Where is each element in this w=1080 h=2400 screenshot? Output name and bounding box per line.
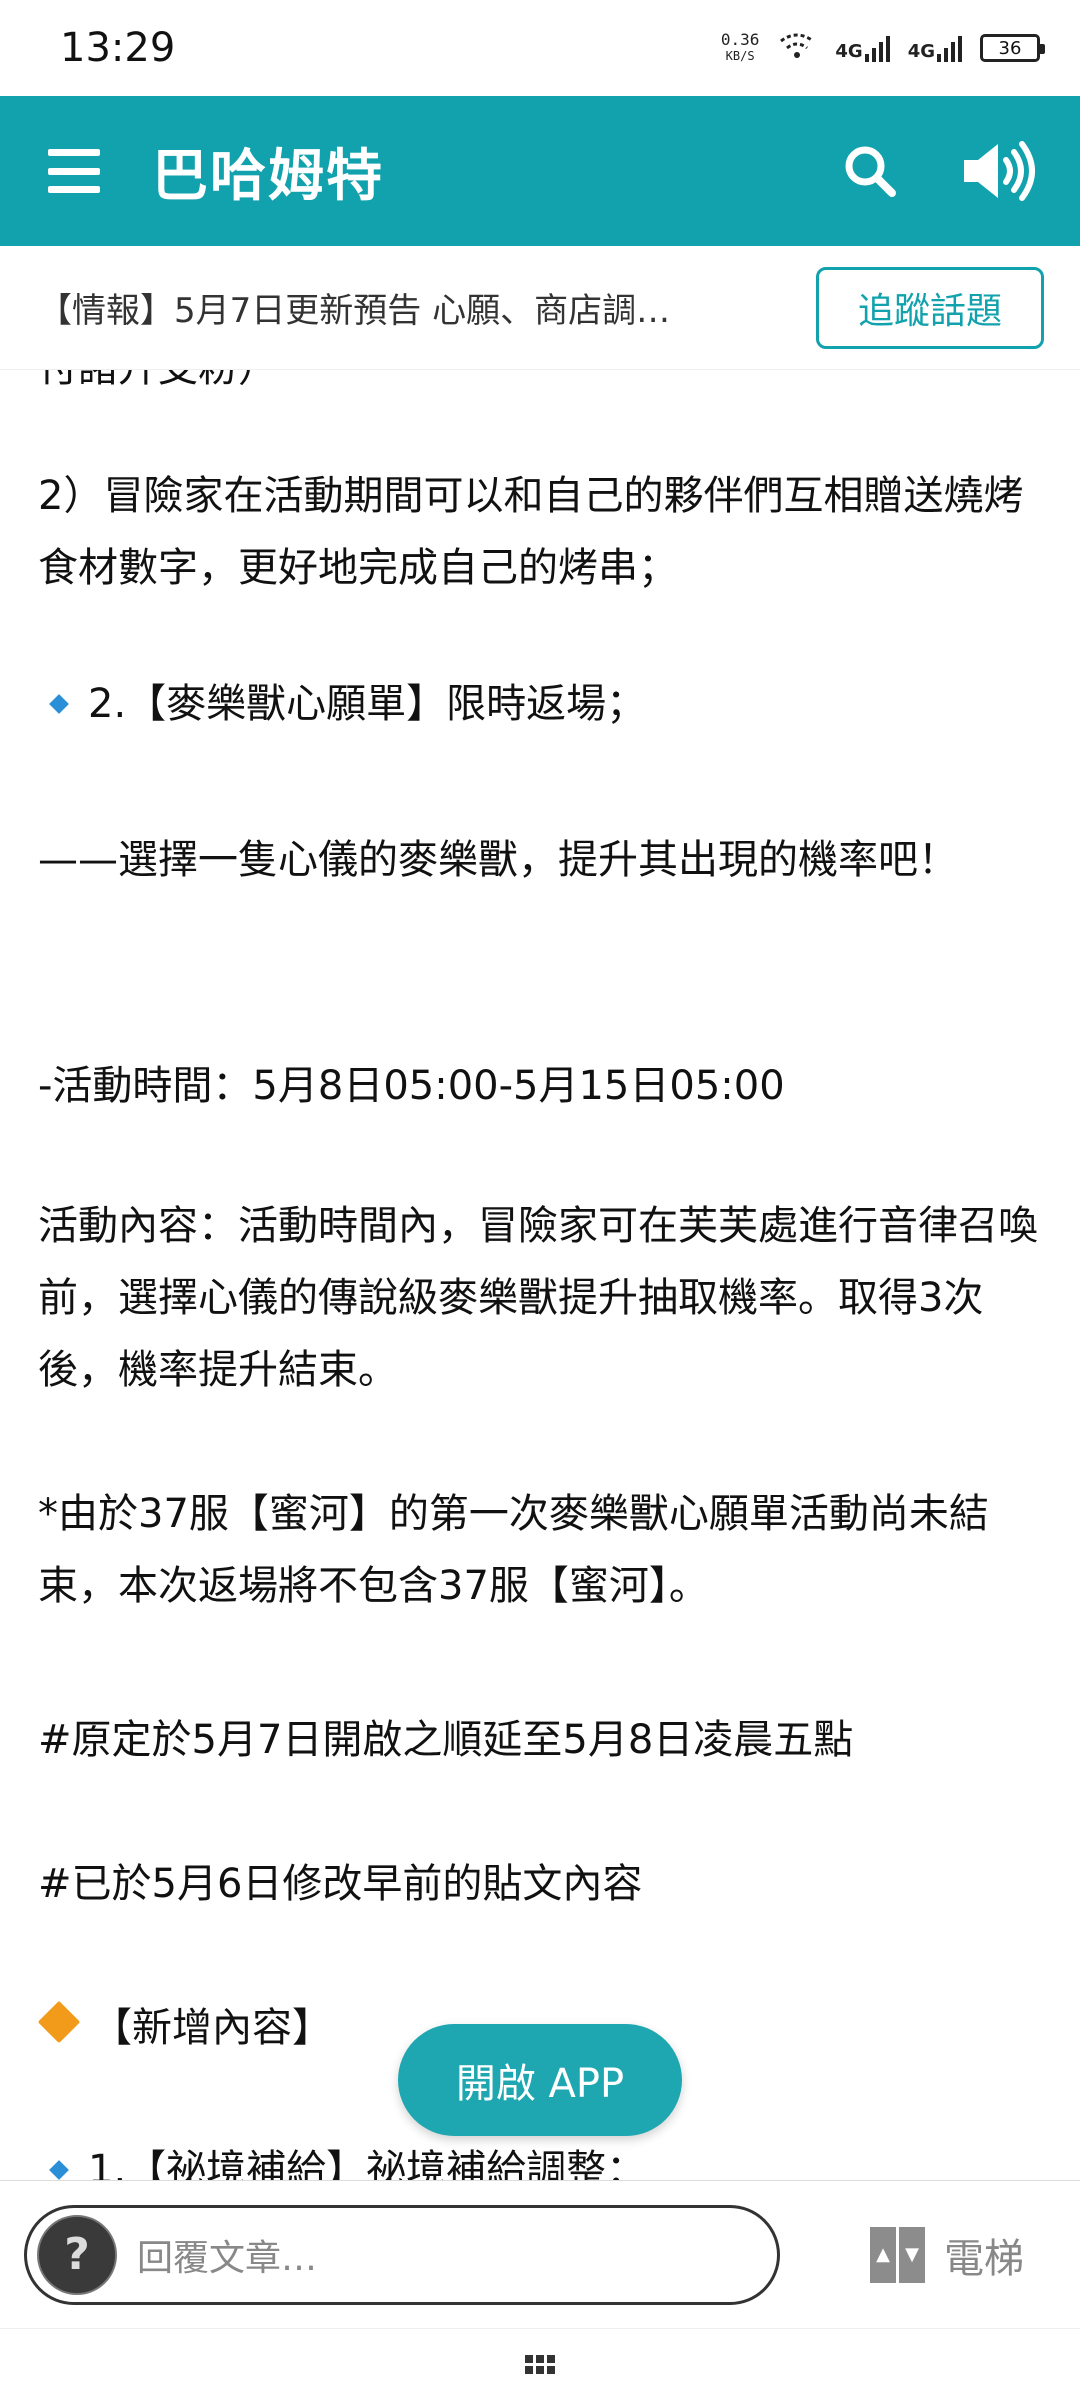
section-heading-text: 2.【麥樂獸心願單】限時返場； (88, 681, 647, 727)
paragraph: ——選擇一隻心儀的麥樂獸，提升其出現的機率吧！ (38, 824, 1044, 896)
network-speed: 0.36 KB/S (721, 32, 760, 64)
search-icon[interactable] (830, 131, 910, 211)
section-heading: 1.【祕境補給】祕境補給調整： (38, 2134, 1044, 2180)
system-nav-bar (0, 2328, 1080, 2400)
cut-off-text: 付諸升支粉） (38, 370, 278, 392)
paragraph: *由於37服【蜜河】的第一次麥樂獸心願單活動尚未結束，本次返場將不包含37服【蜜… (38, 1478, 1044, 1622)
wifi-icon (777, 31, 817, 65)
paragraph-text: ——選擇一隻心儀的麥樂獸，提升其出現的機率吧！ (38, 837, 958, 883)
avatar-placeholder-icon: ? (64, 2229, 90, 2280)
reply-bar: ? 回覆文章… ▲ ▼ 電梯 (0, 2180, 1080, 2328)
battery-level: 36 (998, 37, 1022, 59)
brand-title: 巴哈姆特 (152, 143, 384, 209)
elevator-button[interactable]: ▲ ▼ 電梯 (870, 2226, 1024, 2284)
paragraph-text: -活動時間：5月8日05:00-5月15日05:00 (38, 1063, 785, 1109)
topic-title[interactable]: 【情報】5月7日更新預告 心願、商店調… (38, 283, 796, 332)
orange-diamond-icon (37, 2000, 81, 2044)
status-bar: 13:29 0.36 KB/S 4G 4G 36 (0, 0, 1080, 96)
reply-input[interactable]: ? 回覆文章… (24, 2204, 780, 2305)
blue-diamond-icon (49, 694, 69, 714)
topic-bar: 【情報】5月7日更新預告 心願、商店調… 追蹤話題 (0, 246, 1080, 370)
cell-signal-1: 4G (835, 34, 890, 62)
reply-placeholder: 回覆文章… (137, 2237, 318, 2279)
network-type-2: 4G (907, 41, 935, 62)
paragraph: 活動內容：活動時間內，冒險家可在芙芙處進行音律召喚前，選擇心儀的傳說級麥樂獸提升… (38, 1190, 1044, 1406)
signal-bars-icon (937, 34, 962, 62)
signal-bars-icon (864, 34, 890, 62)
network-type-1: 4G (835, 41, 863, 62)
paragraph: #已於5月6日修改早前的貼文內容 (38, 1848, 1044, 1920)
elevator-label: 電梯 (944, 2235, 1024, 2282)
paragraph: #原定於5月7日開啟之順延至5月8日凌晨五點 (38, 1704, 1044, 1776)
app-grid-icon[interactable] (525, 2355, 555, 2374)
article-content: 付諸升支粉） 2）冒險家在活動期間可以和自己的夥伴們互相贈送燒烤食材數字，更好地… (0, 370, 1080, 2180)
follow-topic-button[interactable]: 追蹤話題 (816, 266, 1044, 349)
blue-diamond-icon (49, 2160, 69, 2180)
section-heading: 2.【麥樂獸心願單】限時返場； (38, 668, 1044, 740)
network-speed-value: 0.36 (720, 30, 760, 49)
status-indicators: 0.36 KB/S 4G 4G 36 (721, 31, 1045, 65)
paragraph-text: 活動內容：活動時間內，冒險家可在芙芙處進行音律召喚前，選擇心儀的傳說級麥樂獸提升… (38, 1203, 1038, 1393)
paragraph: -活動時間：5月8日05:00-5月15日05:00 (38, 1050, 1044, 1122)
up-arrow-icon[interactable]: ▲ (870, 2226, 896, 2283)
avatar: ? (37, 2214, 117, 2295)
paragraph-text: #已於5月6日修改早前的貼文內容 (38, 1861, 643, 1907)
open-app-button[interactable]: 開啟 APP (398, 2024, 682, 2136)
paragraph-text: #原定於5月7日開啟之順延至5月8日凌晨五點 (38, 1717, 854, 1763)
speaker-icon[interactable] (960, 131, 1040, 211)
paragraph: 2）冒險家在活動期間可以和自己的夥伴們互相贈送燒烤食材數字，更好地完成自己的烤串… (38, 460, 1044, 604)
section-heading-text: 【新增內容】 (92, 2005, 332, 2051)
section-heading-text: 1.【祕境補給】祕境補給調整： (88, 2147, 647, 2180)
cell-signal-2: 4G (908, 34, 962, 62)
battery-icon: 36 (980, 34, 1045, 62)
network-speed-unit: KB/S (725, 49, 755, 63)
app-header: 巴哈姆特 (0, 96, 1080, 246)
down-arrow-icon[interactable]: ▼ (899, 2226, 925, 2283)
paragraph-text: 2）冒險家在活動期間可以和自己的夥伴們互相贈送燒烤食材數字，更好地完成自己的烤串… (38, 473, 1024, 591)
menu-icon[interactable] (48, 149, 100, 193)
paragraph-text: *由於37服【蜜河】的第一次麥樂獸心願單活動尚未結束，本次返場將不包含37服【蜜… (38, 1491, 989, 1609)
status-time: 13:29 (60, 25, 176, 71)
